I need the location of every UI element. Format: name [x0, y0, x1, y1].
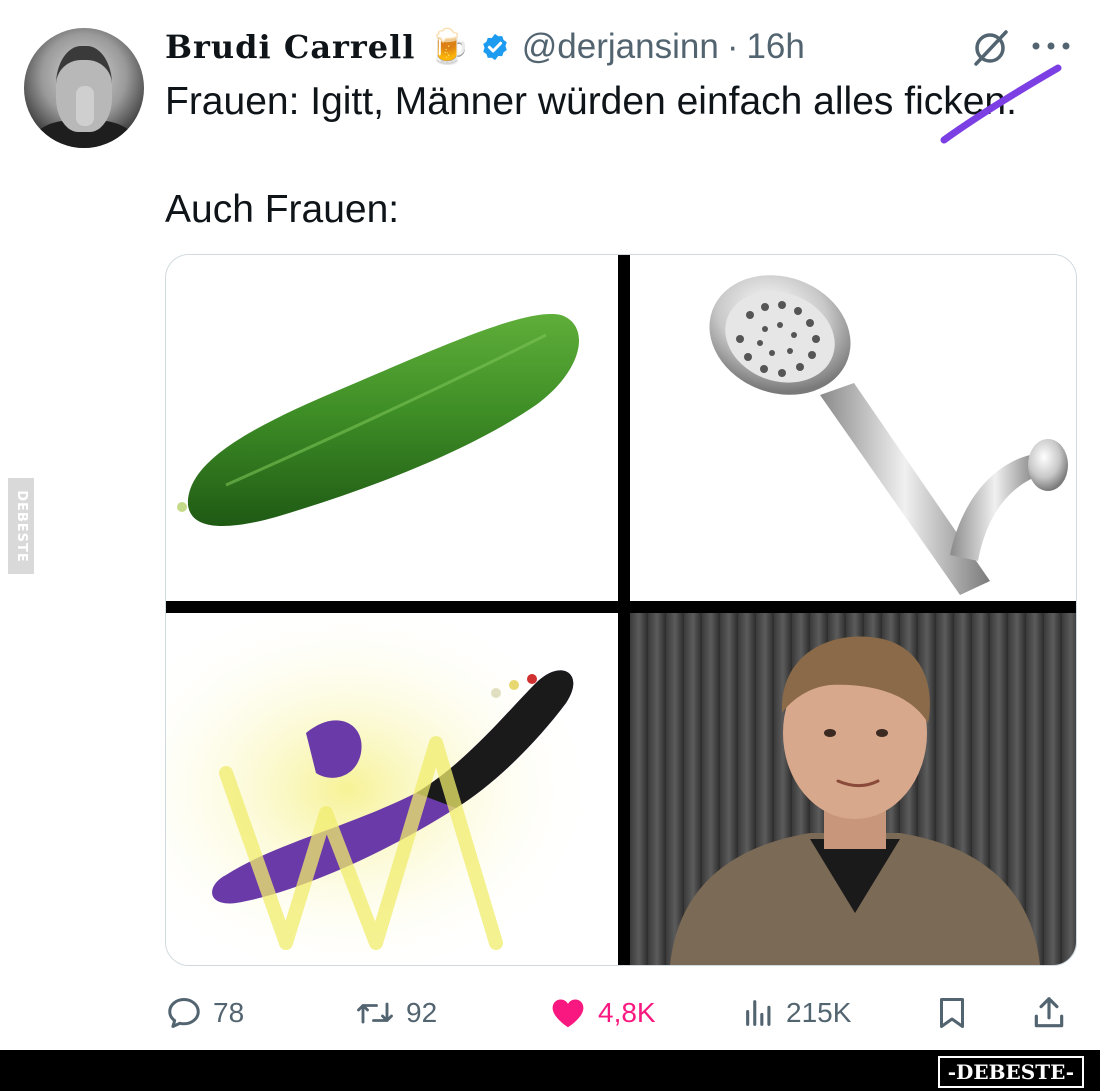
beer-icon: 🍺	[427, 28, 470, 66]
side-watermark: DEBESTE	[8, 478, 34, 574]
like-button[interactable]: 4,8K	[548, 990, 656, 1036]
retweet-count: 92	[406, 997, 438, 1028]
views-count: 215K	[786, 997, 852, 1028]
footer-watermark: -DEBESTE-	[937, 1056, 1084, 1088]
bookmark-button[interactable]	[934, 990, 970, 1036]
media-grid[interactable]	[165, 254, 1077, 966]
views-button[interactable]: 215K	[742, 990, 851, 1036]
analytics-icon	[746, 1000, 771, 1026]
bookmark-icon	[940, 998, 964, 1028]
timestamp[interactable]: 16h	[746, 27, 804, 67]
side-watermark-text: DEBESTE	[13, 489, 29, 563]
retweet-icon	[357, 1002, 393, 1024]
reply-icon	[168, 998, 200, 1028]
more-options-icon[interactable]	[1028, 28, 1074, 64]
avatar-hand	[76, 86, 94, 126]
user-handle[interactable]: @derjansinn	[522, 27, 719, 67]
share-button[interactable]	[1030, 990, 1068, 1036]
verified-badge-icon[interactable]	[480, 32, 510, 62]
like-count: 4,8K	[598, 997, 656, 1028]
retweet-button[interactable]: 92	[354, 990, 437, 1036]
strikethrough-scribble	[940, 64, 1062, 144]
cucumber-image[interactable]	[166, 255, 618, 601]
reply-button[interactable]: 78	[165, 990, 244, 1036]
tweet-text-line2: Auch Frauen:	[165, 188, 400, 231]
grid-divider-horizontal	[166, 601, 1076, 613]
share-icon	[1034, 997, 1064, 1028]
man-photo[interactable]	[630, 613, 1076, 965]
shower-head-image[interactable]	[630, 255, 1076, 601]
avatar[interactable]	[24, 28, 144, 148]
tweet-header: Brudi Carrell 🍺 @derjansinn · 16h	[165, 24, 805, 70]
heart-icon	[552, 999, 584, 1028]
tweet-text-line1: Frauen: Igitt, Männer würden einfach all…	[165, 80, 1017, 123]
vibrator-image[interactable]	[166, 613, 618, 965]
reply-count: 78	[213, 997, 245, 1028]
display-name[interactable]: Brudi Carrell	[165, 28, 415, 66]
action-bar: 78 92 4,8K 215K	[0, 990, 1100, 1036]
footer-bar: -DEBESTE-	[0, 1050, 1100, 1091]
separator-dot: ·	[726, 27, 739, 66]
